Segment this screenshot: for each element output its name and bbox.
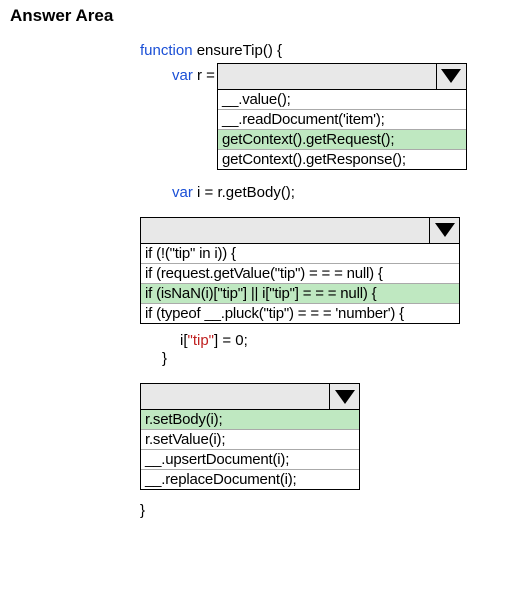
dd3-option[interactable]: r.setBody(i); [141,410,359,429]
dd1-option[interactable]: getContext().getRequest(); [218,129,466,149]
dd3-option[interactable]: __.replaceDocument(i); [141,469,359,489]
brace-close: } [162,350,167,367]
dropdown-1-button[interactable] [436,64,466,89]
i-equals: i = r.getBody(); [193,184,295,201]
dd2-option[interactable]: if (request.getValue("tip") = = = null) … [141,263,459,283]
brace-close-outer: } [140,502,145,519]
dd2-option[interactable]: if (typeof __.pluck("tip") = = = 'number… [141,303,459,323]
dropdown-1-head[interactable] [218,64,466,90]
tip-string: "tip" [188,332,215,349]
dropdown-2[interactable]: if (!("tip" in i)) {if (request.getValue… [140,217,460,324]
dd1-option[interactable]: __.value(); [218,90,466,109]
dd2-option[interactable]: if (!("tip" in i)) { [141,244,459,263]
dd1-option[interactable]: __.readDocument('item'); [218,109,466,129]
chevron-down-icon [335,390,355,404]
dropdown-2-button[interactable] [429,218,459,243]
dropdown-3[interactable]: r.setBody(i);r.setValue(i);__.upsertDocu… [140,383,360,490]
tip-assign-post: ] = 0; [214,332,248,349]
dropdown-1[interactable]: __.value();__.readDocument('item');getCo… [217,63,467,170]
chevron-down-icon [435,223,455,237]
keyword-var: var [172,184,193,201]
page-title: Answer Area [10,6,512,26]
dropdown-3-head[interactable] [141,384,359,410]
dd1-option[interactable]: getContext().getResponse(); [218,149,466,169]
fn-name: ensureTip() { [193,42,282,59]
tip-assign-pre: i[ [180,332,188,349]
dd3-option[interactable]: __.upsertDocument(i); [141,449,359,469]
keyword-function: function [140,42,193,59]
dd3-option[interactable]: r.setValue(i); [141,429,359,449]
dd2-option[interactable]: if (isNaN(i)["tip"] || i["tip"] = = = nu… [141,283,459,303]
chevron-down-icon [441,69,461,83]
code-area: function ensureTip() { var r = __.value(… [10,42,512,521]
dropdown-2-head[interactable] [141,218,459,244]
keyword-var: var [172,67,193,84]
dropdown-3-button[interactable] [329,384,359,409]
r-equals: r = [193,67,215,84]
